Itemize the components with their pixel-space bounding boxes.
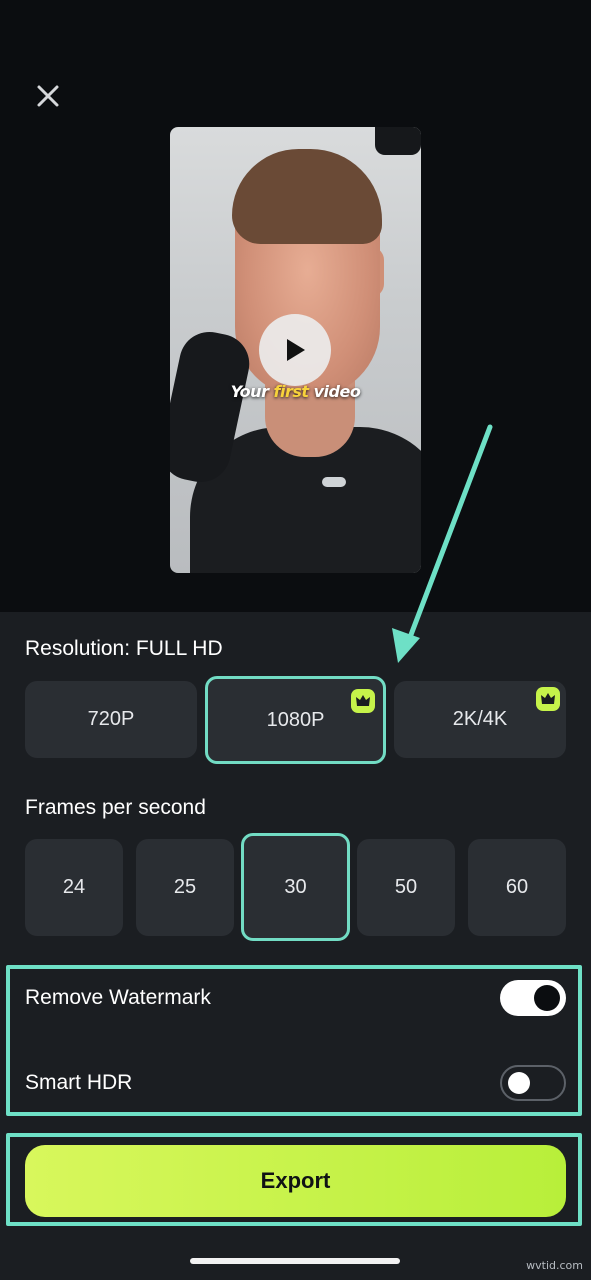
- smart-hdr-label: Smart HDR: [25, 1071, 133, 1094]
- export-label: Export: [260, 1168, 331, 1193]
- hair: [232, 149, 382, 244]
- video-preview[interactable]: Your first video: [170, 127, 421, 573]
- option-label: 2K/4K: [452, 708, 508, 730]
- background-lamp: [375, 127, 421, 155]
- option-label: 50: [394, 876, 418, 898]
- remove-watermark-toggle[interactable]: [500, 980, 566, 1016]
- close-icon: [37, 85, 59, 107]
- fps-label: Frames per second: [25, 796, 206, 819]
- resolution-label: Resolution: FULL HD: [25, 637, 223, 660]
- play-button[interactable]: [259, 314, 331, 386]
- option-label: 60: [505, 876, 529, 898]
- site-watermark: wvtid.com: [526, 1259, 583, 1272]
- home-indicator: [190, 1258, 400, 1264]
- close-button[interactable]: [30, 78, 66, 114]
- caption-text-2: video: [308, 382, 361, 401]
- caption-highlight: first: [273, 382, 310, 401]
- preview-area: Your first video: [0, 0, 591, 612]
- crown-icon: [351, 689, 375, 713]
- crown-icon: [536, 687, 560, 711]
- caption-text-1: Your: [230, 382, 274, 401]
- fps-option-30[interactable]: 30: [241, 833, 350, 941]
- export-button[interactable]: Export: [25, 1145, 566, 1217]
- fps-option-24[interactable]: 24: [25, 839, 123, 936]
- smart-hdr-toggle[interactable]: [500, 1065, 566, 1101]
- option-label: 720P: [87, 708, 135, 730]
- option-label: 30: [284, 875, 307, 898]
- resolution-option-720p[interactable]: 720P: [25, 681, 197, 758]
- fps-option-60[interactable]: 60: [468, 839, 566, 936]
- option-label: 25: [173, 876, 197, 898]
- option-label: 24: [62, 876, 86, 898]
- fps-option-50[interactable]: 50: [357, 839, 455, 936]
- toggle-knob: [508, 1072, 530, 1094]
- remove-watermark-label: Remove Watermark: [25, 986, 211, 1009]
- resolution-option-2k4k[interactable]: 2K/4K: [394, 681, 566, 758]
- resolution-option-1080p[interactable]: 1080P: [205, 676, 386, 764]
- video-caption: Your first video: [170, 382, 421, 401]
- toggle-knob: [534, 985, 560, 1011]
- play-icon: [287, 339, 305, 361]
- fps-option-25[interactable]: 25: [136, 839, 234, 936]
- shirt-logo: [322, 477, 346, 487]
- option-label: 1080P: [266, 708, 325, 731]
